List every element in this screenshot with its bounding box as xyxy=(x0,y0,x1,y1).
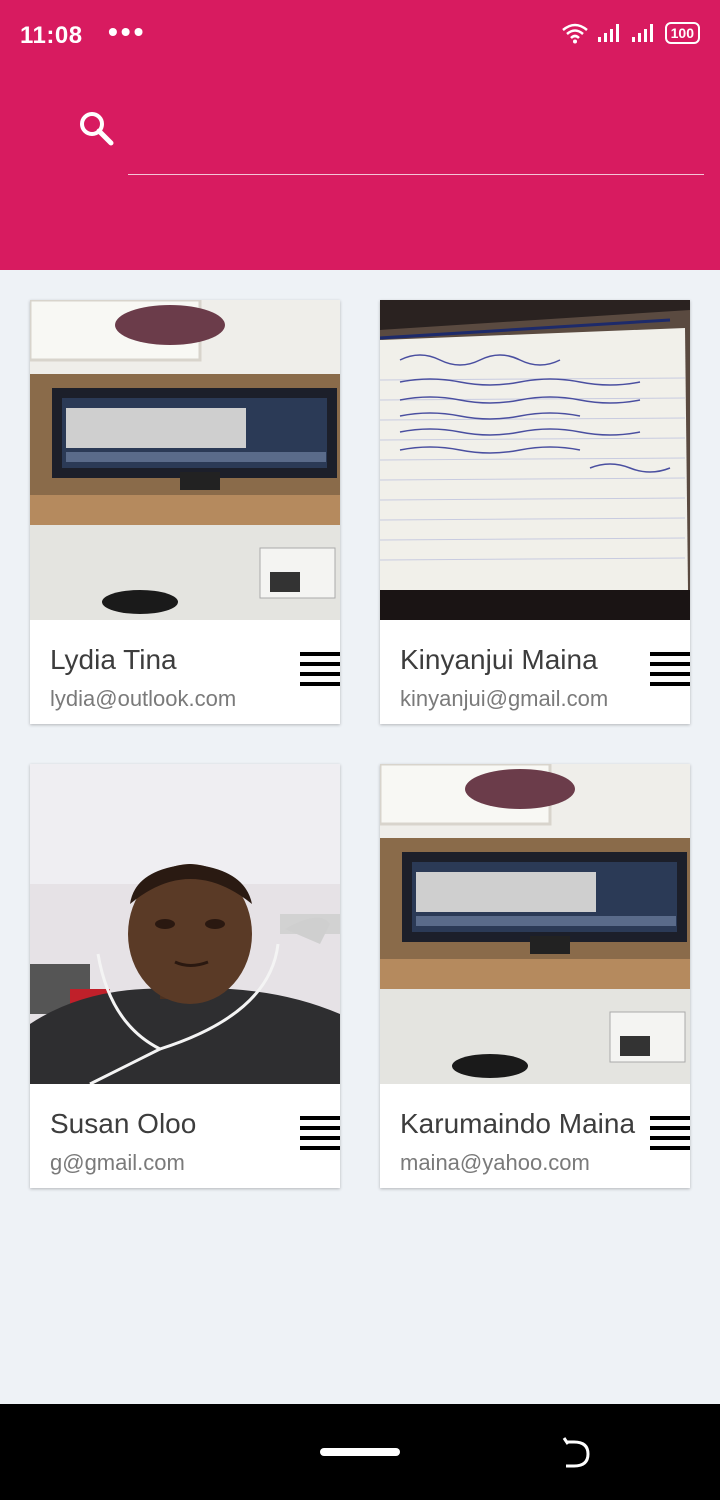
menu-icon[interactable] xyxy=(650,1116,690,1152)
contact-email: maina@yahoo.com xyxy=(400,1150,590,1175)
contact-email: kinyanjui@gmail.com xyxy=(400,686,609,711)
contact-name: Karumaindo Maina xyxy=(400,1108,636,1139)
status-icons: 100 xyxy=(561,22,700,44)
contact-card[interactable]: Kinyanjui Maina kinyanjui@gmail.com xyxy=(380,300,690,724)
contact-email: g@gmail.com xyxy=(50,1150,185,1175)
contact-photo xyxy=(30,764,340,1084)
menu-icon[interactable] xyxy=(300,1116,340,1152)
contact-photo xyxy=(380,764,690,1084)
battery-icon: 100 xyxy=(664,22,700,44)
status-bar: 11:08 ••• 100 xyxy=(0,0,720,72)
contact-photo xyxy=(380,300,690,620)
home-pill-icon[interactable] xyxy=(320,1448,400,1456)
signal-icon xyxy=(631,24,653,42)
app-header: 11:08 ••• 100 xyxy=(0,0,720,270)
search-underline xyxy=(128,174,704,175)
back-icon[interactable] xyxy=(560,1436,592,1472)
notification-dots: ••• xyxy=(108,16,147,47)
search-icon[interactable] xyxy=(76,108,116,148)
contact-name: Susan Oloo xyxy=(50,1108,197,1139)
menu-icon[interactable] xyxy=(300,652,340,688)
wifi-icon xyxy=(561,23,588,44)
menu-icon[interactable] xyxy=(650,652,690,688)
contact-email: lydia@outlook.com xyxy=(50,686,237,711)
system-nav-bar xyxy=(0,1404,720,1500)
contact-card[interactable]: Lydia Tina lydia@outlook.com xyxy=(30,300,340,724)
search-input[interactable] xyxy=(128,124,704,172)
contact-name: Lydia Tina xyxy=(50,644,177,675)
contact-name: Kinyanjui Maina xyxy=(400,644,598,675)
status-time: 11:08 xyxy=(20,22,83,49)
contact-card[interactable]: Karumaindo Maina maina@yahoo.com xyxy=(380,764,690,1188)
contact-card[interactable]: Susan Oloo g@gmail.com xyxy=(30,764,340,1188)
signal-icon xyxy=(597,24,619,42)
contact-photo xyxy=(30,300,340,620)
